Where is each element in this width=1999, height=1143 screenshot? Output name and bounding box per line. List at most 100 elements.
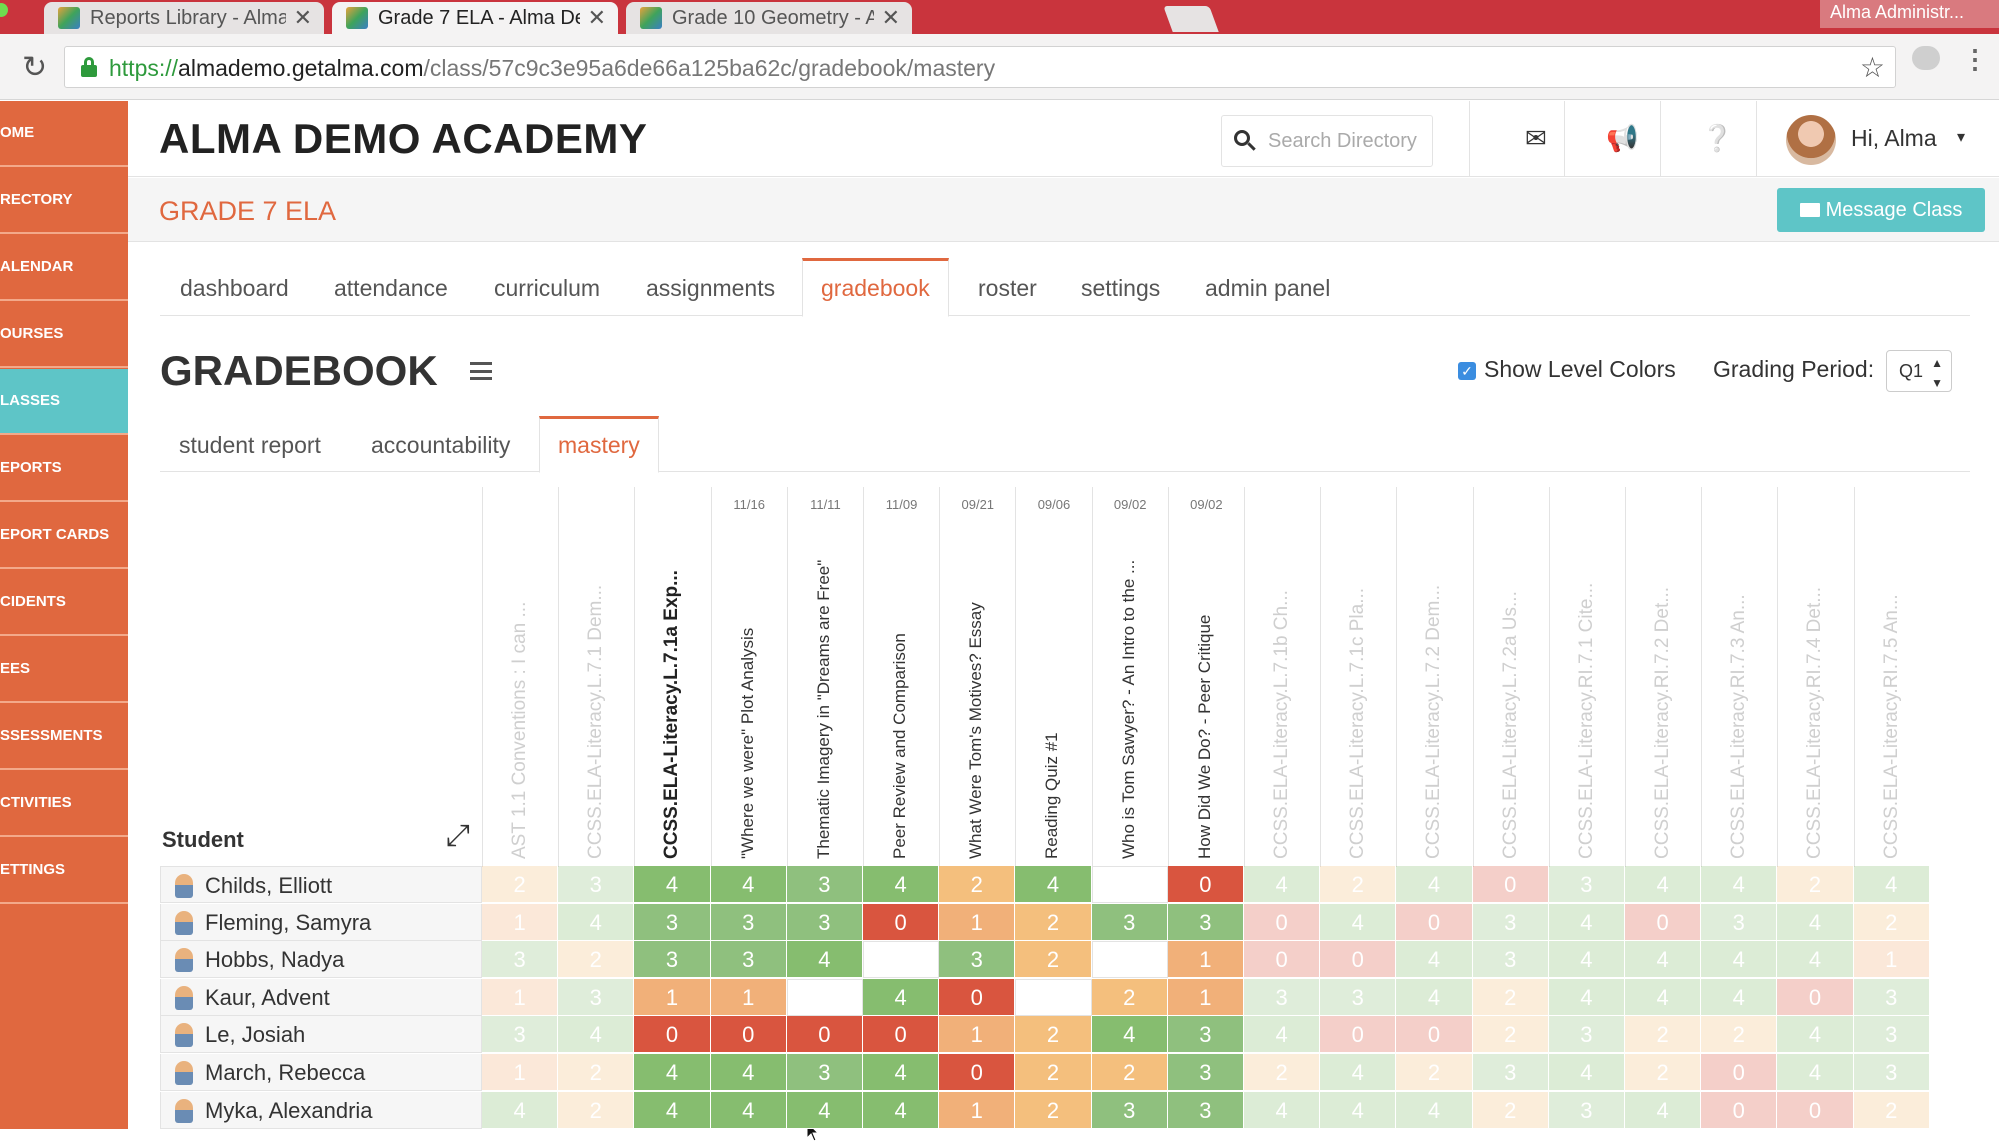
column-header[interactable]: CCSS.ELA-Literacy.L.7.1b Ch... [1244, 487, 1320, 867]
browser-profile-chip[interactable]: Alma Administr... [1820, 0, 1999, 28]
student-row[interactable]: Childs, Elliott [160, 866, 482, 903]
score-cell[interactable]: 1 [939, 1016, 1016, 1054]
score-cell[interactable]: 3 [710, 941, 787, 979]
column-header[interactable]: 11/11 Thematic Imagery in "Dreams are Fre… [786, 487, 863, 867]
score-cell[interactable]: 1 [482, 978, 559, 1016]
tab-roster[interactable]: roster [978, 258, 1037, 316]
score-cell[interactable]: 4 [863, 1054, 940, 1091]
student-name[interactable]: March, Rebecca [205, 1060, 365, 1086]
score-cell[interactable]: 3 [1548, 1091, 1625, 1129]
score-cell[interactable]: 3 [1244, 978, 1321, 1016]
student-row[interactable]: Kaur, Advent [160, 978, 482, 1016]
score-cell[interactable]: 2 [1396, 1054, 1473, 1091]
score-cell[interactable]: 4 [1701, 978, 1778, 1016]
browser-tab-grade-10-geometry[interactable]: Grade 10 Geometry - Alma De ✕ [626, 2, 912, 34]
score-cell[interactable]: 2 [1472, 1016, 1549, 1054]
tab-assignments[interactable]: assignments [646, 258, 775, 316]
score-cell[interactable]: 3 [1472, 941, 1549, 979]
sidebar-item-ettings[interactable]: ETTINGS [0, 838, 128, 904]
score-cell[interactable]: 0 [1244, 903, 1321, 941]
score-cell[interactable]: 3 [786, 866, 863, 903]
score-cell[interactable]: 3 [1091, 903, 1168, 941]
score-cell[interactable] [863, 941, 940, 979]
score-cell[interactable]: 4 [1625, 1091, 1702, 1129]
browser-tab-grade-7-ela[interactable]: Grade 7 ELA - Alma Demo Aca ✕ [332, 2, 618, 34]
score-cell[interactable]: 1 [710, 978, 787, 1016]
score-cell[interactable]: 2 [558, 1091, 635, 1129]
score-cell[interactable]: 1 [482, 1054, 559, 1091]
score-cell[interactable]: 4 [1548, 978, 1625, 1016]
score-cell[interactable]: 4 [1625, 866, 1702, 903]
score-cell[interactable]: 2 [1701, 1016, 1778, 1054]
sidebar-item-eport-cards[interactable]: EPORT CARDS [0, 503, 128, 569]
student-name[interactable]: Hobbs, Nadya [205, 947, 344, 973]
student-row[interactable]: Fleming, Samyra [160, 903, 482, 941]
student-name[interactable]: Fleming, Samyra [205, 910, 371, 936]
bookmark-star-icon[interactable]: ☆ [1860, 51, 1885, 84]
score-cell[interactable]: 2 [1625, 1016, 1702, 1054]
score-cell[interactable]: 2 [1853, 1091, 1930, 1129]
score-cell[interactable]: 0 [1625, 903, 1702, 941]
column-header[interactable]: CCSS.ELA-Literacy.L.7.1c Pla... [1320, 487, 1396, 867]
score-cell[interactable]: 0 [1777, 1091, 1854, 1129]
url-field[interactable]: https://almademo.getalma.com/class/57c9c… [64, 46, 1896, 88]
score-cell[interactable]: 4 [1015, 866, 1092, 903]
score-cell[interactable]: 4 [710, 866, 787, 903]
score-cell[interactable]: 3 [1548, 866, 1625, 903]
score-cell[interactable]: 4 [1244, 866, 1321, 903]
score-cell[interactable]: 2 [1472, 978, 1549, 1016]
score-cell[interactable]: 2 [1015, 903, 1092, 941]
subtab-student-report[interactable]: student report [179, 416, 321, 472]
score-cell[interactable]: 2 [1777, 866, 1854, 903]
score-cell[interactable]: 4 [1320, 903, 1397, 941]
search-directory-input[interactable]: Search Directory [1221, 115, 1433, 167]
column-header[interactable]: CCSS.ELA-Literacy.L.7.1a Exp... [634, 487, 710, 867]
score-cell[interactable]: 3 [1167, 1054, 1244, 1091]
score-cell[interactable]: 4 [634, 866, 711, 903]
score-cell[interactable]: 3 [710, 903, 787, 941]
sidebar-item-lasses[interactable]: LASSES [0, 369, 128, 435]
column-header[interactable]: CCSS.ELA-Literacy.L.7.2 Dem... [1396, 487, 1472, 867]
tab-attendance[interactable]: attendance [334, 258, 448, 316]
score-cell[interactable]: 4 [1777, 903, 1854, 941]
score-cell[interactable]: 1 [1167, 978, 1244, 1016]
column-header[interactable]: 09/02 How Did We Do? - Peer Critique [1167, 487, 1244, 867]
hamburger-menu-icon[interactable] [470, 362, 492, 380]
score-cell[interactable]: 0 [939, 1054, 1016, 1091]
column-header[interactable]: 09/06 Reading Quiz #1 [1015, 487, 1091, 867]
score-cell[interactable]: 4 [786, 941, 863, 979]
score-cell[interactable]: 2 [482, 866, 559, 903]
score-cell[interactable]: 3 [1167, 1091, 1244, 1129]
score-cell[interactable]: 4 [1777, 941, 1854, 979]
score-cell[interactable]: 3 [482, 941, 559, 979]
envelope-icon[interactable]: ✉ [1525, 123, 1547, 154]
close-icon[interactable]: ✕ [882, 5, 900, 31]
student-row[interactable]: Myka, Alexandria [160, 1091, 482, 1129]
score-cell[interactable]: 4 [1091, 1016, 1168, 1054]
extension-icon[interactable] [1912, 46, 1940, 70]
score-cell[interactable]: 2 [1320, 866, 1397, 903]
score-cell[interactable]: 1 [482, 903, 559, 941]
score-cell[interactable]: 4 [1244, 1016, 1321, 1054]
score-cell[interactable]: 4 [1396, 866, 1473, 903]
score-cell[interactable]: 4 [863, 866, 940, 903]
column-header[interactable]: CCSS.ELA-Literacy.RI.7.1 Cite... [1548, 487, 1625, 867]
browser-menu-icon[interactable]: ⋮ [1962, 44, 1988, 75]
subtab-mastery[interactable]: mastery [539, 416, 659, 473]
score-cell[interactable]: 2 [1244, 1054, 1321, 1091]
user-greeting[interactable]: Hi, Alma [1851, 125, 1937, 152]
score-cell[interactable]: 4 [1396, 978, 1473, 1016]
tab-settings[interactable]: settings [1081, 258, 1160, 316]
score-cell[interactable] [1091, 866, 1168, 903]
score-cell[interactable]: 0 [863, 1016, 940, 1054]
score-cell[interactable]: 2 [558, 941, 635, 979]
score-cell[interactable] [786, 978, 863, 1016]
tab-gradebook[interactable]: gradebook [802, 258, 949, 317]
score-cell[interactable]: 4 [1320, 1091, 1397, 1129]
score-cell[interactable]: 4 [558, 1016, 635, 1054]
score-cell[interactable] [1015, 978, 1092, 1016]
sidebar-item-eports[interactable]: EPORTS [0, 436, 128, 502]
score-cell[interactable]: 4 [482, 1091, 559, 1129]
new-tab-button[interactable] [1163, 6, 1219, 32]
score-cell[interactable]: 4 [1625, 941, 1702, 979]
